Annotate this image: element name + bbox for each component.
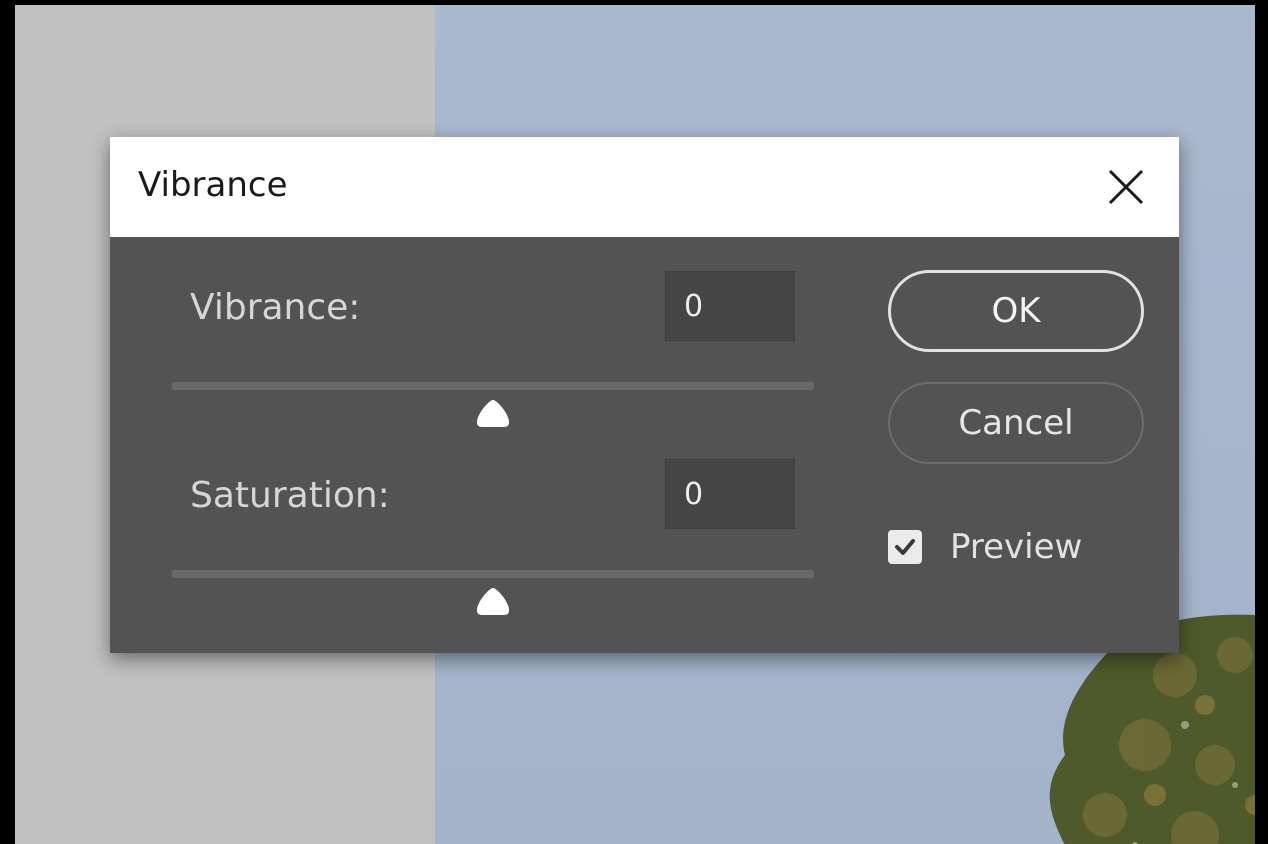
saturation-input[interactable]	[665, 459, 795, 529]
vibrance-input[interactable]	[665, 271, 795, 341]
vibrance-slider-track[interactable]	[172, 382, 814, 390]
saturation-slider-track[interactable]	[172, 570, 814, 578]
saturation-label: Saturation:	[190, 475, 390, 516]
dialog-titlebar: Vibrance	[110, 137, 1179, 237]
saturation-slider-thumb[interactable]	[475, 586, 511, 616]
checkmark-icon	[895, 539, 915, 555]
preview-label: Preview	[950, 527, 1083, 567]
ok-button[interactable]: OK	[888, 270, 1144, 352]
document-canvas: Vibrance Vibrance: Saturation:	[15, 5, 1255, 844]
vibrance-dialog: Vibrance Vibrance: Saturation:	[110, 137, 1179, 653]
dialog-title: Vibrance	[138, 165, 288, 205]
dialog-body: Vibrance: Saturation: OK Cancel	[110, 237, 1179, 653]
close-icon	[1108, 169, 1144, 205]
vibrance-label: Vibrance:	[190, 287, 361, 328]
close-button[interactable]	[1100, 161, 1152, 213]
vibrance-slider-thumb[interactable]	[475, 398, 511, 428]
preview-toggle[interactable]: Preview	[888, 525, 1082, 569]
preview-checkbox[interactable]	[888, 530, 922, 564]
cancel-button[interactable]: Cancel	[888, 382, 1144, 464]
